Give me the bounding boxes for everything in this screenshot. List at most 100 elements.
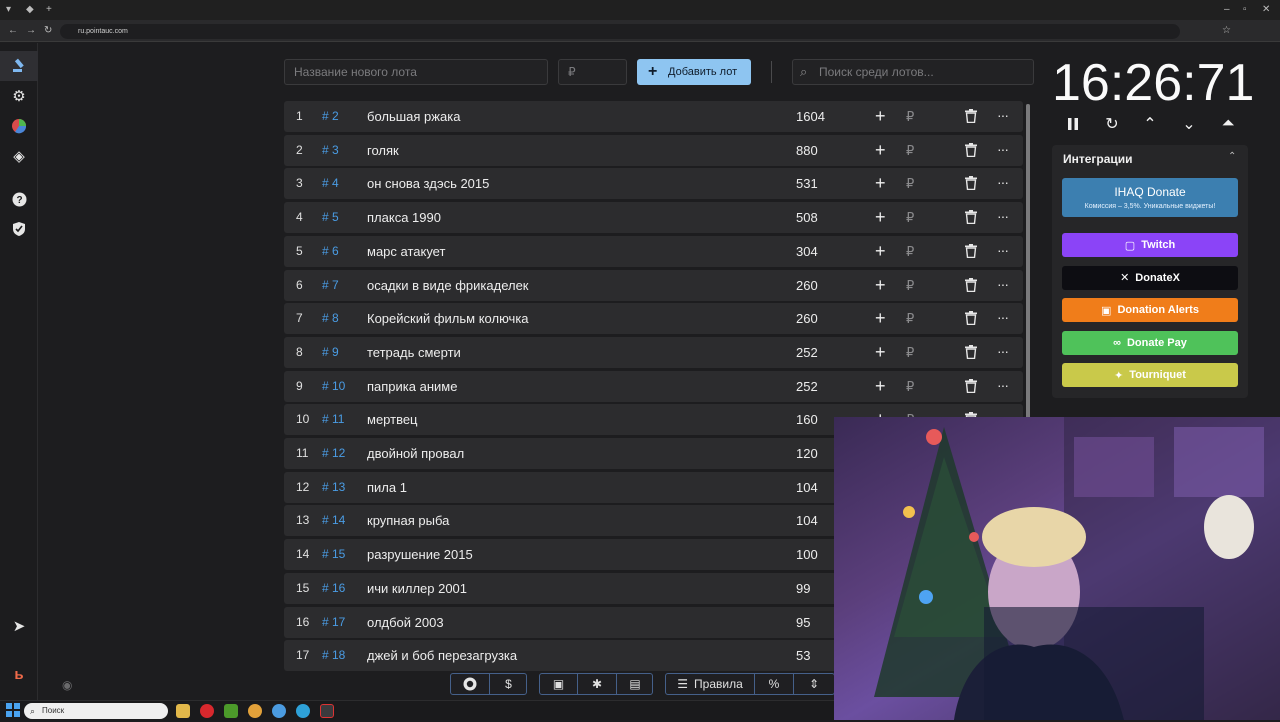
amount-input[interactable]: ₽ [558, 59, 627, 85]
minimize-icon[interactable]: – [1224, 0, 1230, 20]
boosty-icon[interactable]: ь [9, 664, 29, 684]
close-icon[interactable]: ✕ [1262, 0, 1270, 20]
lot-name[interactable]: пила 1 [367, 472, 407, 503]
trash-icon[interactable] [965, 378, 977, 393]
chrome-alt-icon[interactable] [272, 704, 286, 718]
save-icon[interactable]: ▣ [540, 674, 577, 694]
more-options-icon[interactable]: ··· [997, 101, 1009, 130]
add-amount-icon[interactable]: + [875, 135, 886, 166]
more-options-icon[interactable]: ··· [997, 236, 1009, 265]
trash-icon[interactable] [965, 311, 977, 326]
ihaq-donate-button[interactable]: IHAQ Donate Комиссия – 3,5%. Уникальные … [1062, 178, 1238, 217]
forward-icon[interactable]: → [26, 21, 36, 41]
chevron-up-icon[interactable]: ⌃ [1139, 113, 1161, 135]
currency-icon[interactable]: ₽ [906, 101, 914, 132]
search-lots-input[interactable]: ⌕ Поиск среди лотов... [792, 59, 1034, 85]
lot-name[interactable]: голяк [367, 135, 399, 166]
add-amount-icon[interactable]: + [875, 303, 886, 334]
pie-chart-icon[interactable] [9, 116, 29, 136]
layers-icon[interactable]: ◈ [9, 146, 29, 166]
more-options-icon[interactable]: ··· [997, 168, 1009, 197]
lot-name-input[interactable]: Название нового лота [284, 59, 548, 85]
currency-icon[interactable]: ₽ [906, 236, 914, 267]
donation-alerts-button[interactable]: ▣ Donation Alerts [1062, 298, 1238, 323]
maximize-icon[interactable]: ▫ [1243, 0, 1247, 20]
start-icon[interactable] [6, 703, 20, 717]
lot-name[interactable]: Корейский фильм колючка [367, 303, 529, 334]
reload-icon[interactable]: ↻ [44, 21, 52, 41]
lot-row[interactable]: 2 # 3 голяк 880 + ₽ ··· [284, 134, 1023, 166]
lot-name[interactable]: ичи киллер 2001 [367, 573, 467, 604]
percent-button[interactable]: % [755, 674, 793, 694]
chevron-up-icon[interactable]: ⌃ [1228, 151, 1236, 162]
lot-row[interactable]: 7 # 8 Корейский фильм колючка 260 + ₽ ··… [284, 303, 1023, 335]
dollar-icon[interactable]: $ [490, 674, 527, 694]
bug-icon[interactable]: ✱ [578, 674, 616, 694]
donate-pay-button[interactable]: ∞ Donate Pay [1062, 330, 1238, 355]
taskbar-search[interactable]: ⌕ Поиск [24, 703, 168, 719]
shield-icon[interactable] [9, 219, 29, 239]
telegram-icon[interactable]: ➤ [9, 616, 29, 636]
new-tab-icon[interactable]: + [46, 0, 52, 20]
minecraft-icon[interactable] [224, 704, 238, 718]
scrollbar-thumb[interactable] [1026, 104, 1030, 424]
tourniquet-button[interactable]: ✦ Tourniquet [1062, 363, 1238, 388]
lot-row[interactable]: 3 # 4 он снова здэсь 2015 531 + ₽ ··· [284, 168, 1023, 200]
currency-icon[interactable]: ₽ [906, 135, 914, 166]
add-amount-icon[interactable]: + [875, 168, 886, 199]
currency-icon[interactable]: ₽ [906, 337, 914, 368]
lot-name[interactable]: джей и боб перезагрузка [367, 640, 517, 671]
lot-name[interactable]: тетрадь смерти [367, 337, 461, 368]
more-options-icon[interactable]: ··· [997, 337, 1009, 366]
gear-icon[interactable]: ⚙ [9, 86, 29, 106]
lot-name[interactable]: крупная рыба [367, 505, 449, 536]
lot-row[interactable]: 4 # 5 плакса 1990 508 + ₽ ··· [284, 202, 1023, 234]
add-amount-icon[interactable]: + [875, 202, 886, 233]
chevron-down-icon[interactable]: ⌄ [1178, 113, 1200, 135]
telegram-taskbar-icon[interactable] [296, 704, 310, 718]
url-field[interactable] [60, 24, 1180, 39]
back-icon[interactable]: ← [8, 21, 18, 41]
bookmark-star-icon[interactable]: ☆ [1222, 21, 1231, 41]
pause-icon[interactable] [1062, 113, 1084, 135]
donatex-button[interactable]: ✕ DonateX [1062, 265, 1238, 290]
add-lot-button[interactable]: + Добавить лот [637, 59, 751, 85]
reset-icon[interactable]: ↻ [1101, 113, 1123, 135]
more-options-icon[interactable]: ··· [997, 270, 1009, 299]
more-options-icon[interactable]: ··· [997, 303, 1009, 332]
github-icon[interactable] [451, 674, 489, 694]
lot-row[interactable]: 6 # 7 осадки в виде фрикаделек 260 + ₽ ·… [284, 269, 1023, 301]
lot-row[interactable]: 5 # 6 марс атакует 304 + ₽ ··· [284, 235, 1023, 267]
lot-name[interactable]: разрушение 2015 [367, 539, 473, 570]
trash-icon[interactable] [965, 142, 977, 157]
lot-name[interactable]: паприка аниме [367, 371, 457, 402]
lot-row[interactable]: 9 # 10 паприка аниме 252 + ₽ ··· [284, 370, 1023, 402]
double-chevron-up-icon[interactable]: ⏶ [1217, 113, 1239, 135]
more-options-icon[interactable]: ··· [997, 202, 1009, 231]
more-options-icon[interactable]: ··· [997, 371, 1009, 400]
trash-icon[interactable] [965, 109, 977, 124]
add-amount-icon[interactable]: + [875, 270, 886, 301]
currency-icon[interactable]: ₽ [906, 303, 914, 334]
obs-icon[interactable] [320, 704, 334, 718]
opera-icon[interactable] [200, 704, 214, 718]
lot-name[interactable]: мертвец [367, 404, 418, 435]
tab-favicon-icon[interactable]: ◆ [26, 0, 34, 20]
add-amount-icon[interactable]: + [875, 371, 886, 402]
lot-name[interactable]: двойной провал [367, 438, 464, 469]
currency-icon[interactable]: ₽ [906, 168, 914, 199]
tab-menu-icon[interactable]: ▾ [6, 0, 11, 20]
more-options-icon[interactable]: ··· [997, 135, 1009, 164]
help-icon[interactable]: ? [9, 189, 29, 209]
lot-name[interactable]: марс атакует [367, 236, 445, 267]
trash-icon[interactable] [965, 176, 977, 191]
lot-name[interactable]: олдбой 2003 [367, 607, 444, 638]
twitch-button[interactable]: ▢ Twitch [1062, 233, 1238, 257]
lot-name[interactable]: большая ржака [367, 101, 460, 132]
trash-icon[interactable] [965, 277, 977, 292]
add-amount-icon[interactable]: + [875, 236, 886, 267]
add-amount-icon[interactable]: + [875, 101, 886, 132]
lot-name[interactable]: осадки в виде фрикаделек [367, 270, 529, 301]
lot-row[interactable]: 1 # 2 большая ржака 1604 + ₽ ··· [284, 101, 1023, 132]
compress-icon[interactable]: ⇕ [794, 674, 834, 694]
